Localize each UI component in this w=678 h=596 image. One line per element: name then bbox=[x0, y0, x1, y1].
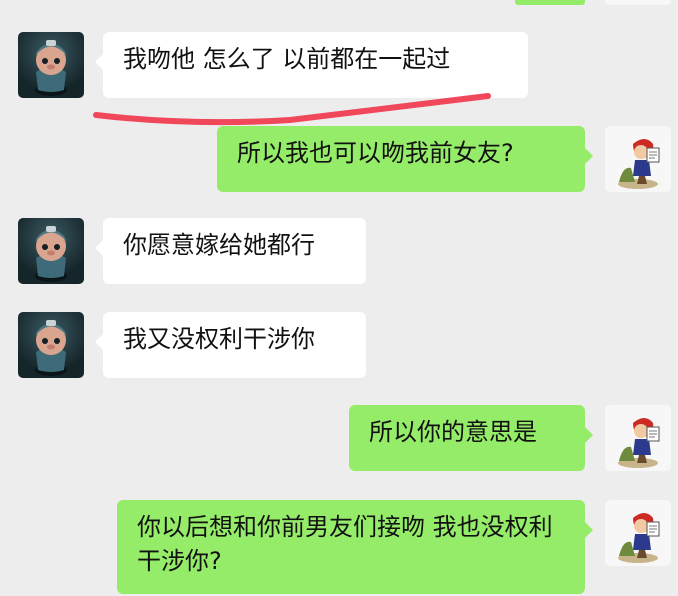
cartoon-character-avatar-icon bbox=[35, 40, 67, 96]
previous-message-avatar[interactable] bbox=[605, 0, 671, 5]
message-text: 我又没权利干涉你 bbox=[123, 325, 315, 353]
incoming-message-bubble[interactable]: 你愿意嫁给她都行 bbox=[95, 218, 366, 284]
incoming-message-bubble[interactable]: 我又没权利干涉你 bbox=[95, 312, 366, 378]
user-avatar[interactable] bbox=[605, 126, 671, 192]
cartoon-figure-avatar-icon bbox=[618, 139, 660, 189]
message-text: 你以后想和你前男友们接吻 我也没权利干涉你? bbox=[137, 513, 553, 575]
previous-message-bubble[interactable] bbox=[515, 0, 585, 5]
contact-avatar[interactable] bbox=[18, 312, 84, 378]
outgoing-message-bubble[interactable]: 所以我也可以吻我前女友? bbox=[217, 126, 593, 192]
user-avatar[interactable] bbox=[605, 500, 671, 566]
message-text: 我吻他 怎么了 以前都在一起过 bbox=[123, 45, 451, 73]
incoming-message-bubble[interactable]: 我吻他 怎么了 以前都在一起过 bbox=[95, 32, 528, 98]
cartoon-character-avatar-icon bbox=[35, 320, 67, 376]
contact-avatar[interactable] bbox=[18, 32, 84, 98]
contact-avatar[interactable] bbox=[18, 218, 84, 284]
chat-area: 我吻他 怎么了 以前都在一起过 所以我也可以吻我前女友? 你愿意嫁给她都行 我又… bbox=[0, 0, 678, 596]
cartoon-character-avatar-icon bbox=[35, 226, 67, 282]
outgoing-message-bubble[interactable]: 你以后想和你前男友们接吻 我也没权利干涉你? bbox=[117, 500, 593, 594]
cartoon-figure-avatar-icon bbox=[618, 418, 660, 468]
message-text: 所以我也可以吻我前女友? bbox=[237, 139, 514, 167]
message-text: 你愿意嫁给她都行 bbox=[123, 231, 315, 259]
outgoing-message-bubble[interactable]: 所以你的意思是 bbox=[349, 405, 593, 471]
message-text: 所以你的意思是 bbox=[369, 418, 537, 446]
user-avatar[interactable] bbox=[605, 405, 671, 471]
cartoon-figure-avatar-icon bbox=[618, 513, 660, 563]
